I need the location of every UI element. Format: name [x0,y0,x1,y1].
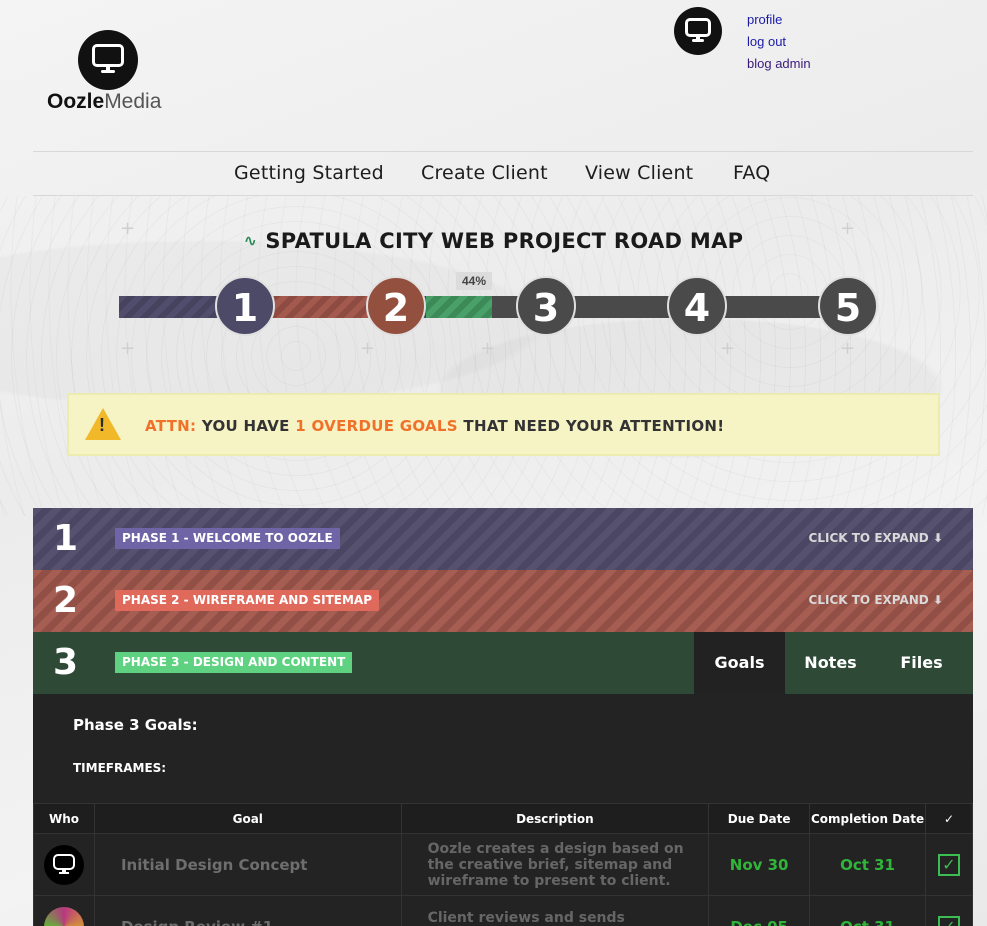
table-row: Initial Design Concept Oozle creates a d… [33,833,973,896]
phase-label: PHASE 2 - WIREFRAME AND SITEMAP [115,590,379,611]
phase-tabs: Goals Notes Files [694,632,973,694]
goal-description: Oozle creates a design based on the crea… [400,833,710,896]
crosshair-mark: + [840,338,856,359]
due-date: Nov 30 [708,833,811,896]
phase-1-header[interactable]: 1 PHASE 1 - WELCOME TO OOZLE CLICK TO EX… [33,508,973,570]
phase-3-panel: Phase 3 Goals: TIMEFRAMES: Who Goal Desc… [33,694,973,926]
nav-faq[interactable]: FAQ [733,162,770,184]
phase-label: PHASE 1 - WELCOME TO OOZLE [115,528,340,549]
column-header-due-date[interactable]: Due Date [708,803,811,834]
table-row: Design Review #1 Client reviews and send… [33,895,973,926]
assignee-avatar[interactable] [43,844,84,885]
crosshair-mark: + [120,338,136,359]
completion-date: Oct 31 [809,895,926,926]
overdue-goals-link[interactable]: 1 OVERDUE GOALS [295,417,458,435]
goals-table: Who Goal Description Due Date Completion… [33,803,973,926]
crosshair-mark: + [480,338,496,359]
arrow-down-icon: ⬇ [932,593,943,607]
phase-number: 1 [53,518,79,559]
roadmap-step-1[interactable]: 1 [215,276,275,336]
pulse-icon: ∿ [243,231,258,250]
nav-create-client[interactable]: Create Client [421,162,548,184]
table-header-row: Who Goal Description Due Date Completion… [33,803,973,834]
phase-2-header[interactable]: 2 PHASE 2 - WIREFRAME AND SITEMAP CLICK … [33,570,973,632]
roadmap-step-2[interactable]: 2 [366,276,426,336]
column-header-check[interactable]: ✓ [925,803,973,834]
tab-goals[interactable]: Goals [694,632,785,694]
roadmap-title: ∿ SPATULA CITY WEB PROJECT ROAD MAP [243,229,744,253]
divider [33,151,973,152]
blog-admin-link[interactable]: blog admin [747,53,811,75]
expand-toggle[interactable]: CLICK TO EXPAND ⬇ [809,531,943,545]
phase-3-header[interactable]: 3 PHASE 3 - DESIGN AND CONTENT Goals Not… [33,632,973,694]
progress-percent-label: 44% [456,272,492,290]
roadmap-step-4[interactable]: 4 [667,276,727,336]
phase-number: 3 [53,642,79,683]
alert-message: ATTN: YOU HAVE 1 OVERDUE GOALS THAT NEED… [145,417,725,435]
nav-getting-started[interactable]: Getting Started [234,162,384,184]
column-header-completion-date[interactable]: Completion Date [809,803,926,834]
column-header-description[interactable]: Description [400,803,710,834]
expand-toggle[interactable]: CLICK TO EXPAND ⬇ [809,593,943,607]
monitor-icon [78,30,138,90]
goal-name[interactable]: Initial Design Concept [93,833,402,896]
timeframes-label: TIMEFRAMES: [73,761,167,775]
crosshair-mark: + [720,338,736,359]
arrow-down-icon: ⬇ [932,531,943,545]
progress-segment-current [426,296,492,318]
user-menu: profile log out blog admin [747,9,811,75]
column-header-who[interactable]: Who [33,803,95,834]
roadmap-step-5[interactable]: 5 [818,276,878,336]
tab-notes[interactable]: Notes [785,632,876,694]
completion-date: Oct 31 [809,833,926,896]
monitor-icon [685,18,711,43]
checkmark-icon[interactable]: ✓ [938,853,960,876]
goal-description: Client reviews and sends [400,895,710,926]
due-date: Dec 05 [708,895,811,926]
crosshair-mark: + [360,338,376,359]
profile-link[interactable]: profile [747,9,811,31]
monitor-icon [52,853,75,875]
logo-wordmark: OozleMedia [47,90,162,113]
main-nav: Getting Started Create Client View Clien… [0,160,987,186]
goals-heading: Phase 3 Goals: [73,716,198,734]
logout-link[interactable]: log out [747,31,811,53]
nav-view-client[interactable]: View Client [585,162,693,184]
phase-label: PHASE 3 - DESIGN AND CONTENT [115,652,353,673]
divider [33,195,973,196]
roadmap-step-3[interactable]: 3 [516,276,576,336]
checkmark-icon[interactable]: ✓ [938,915,960,926]
oozle-media-logo[interactable]: OozleMedia [46,30,170,116]
tab-files[interactable]: Files [876,632,967,694]
column-header-goal[interactable]: Goal [93,803,402,834]
goal-name[interactable]: Design Review #1 [93,895,402,926]
user-avatar[interactable] [674,7,722,55]
overdue-alert: ! ATTN: YOU HAVE 1 OVERDUE GOALS THAT NE… [67,393,940,456]
phase-number: 2 [53,580,79,621]
assignee-avatar[interactable] [43,906,84,926]
